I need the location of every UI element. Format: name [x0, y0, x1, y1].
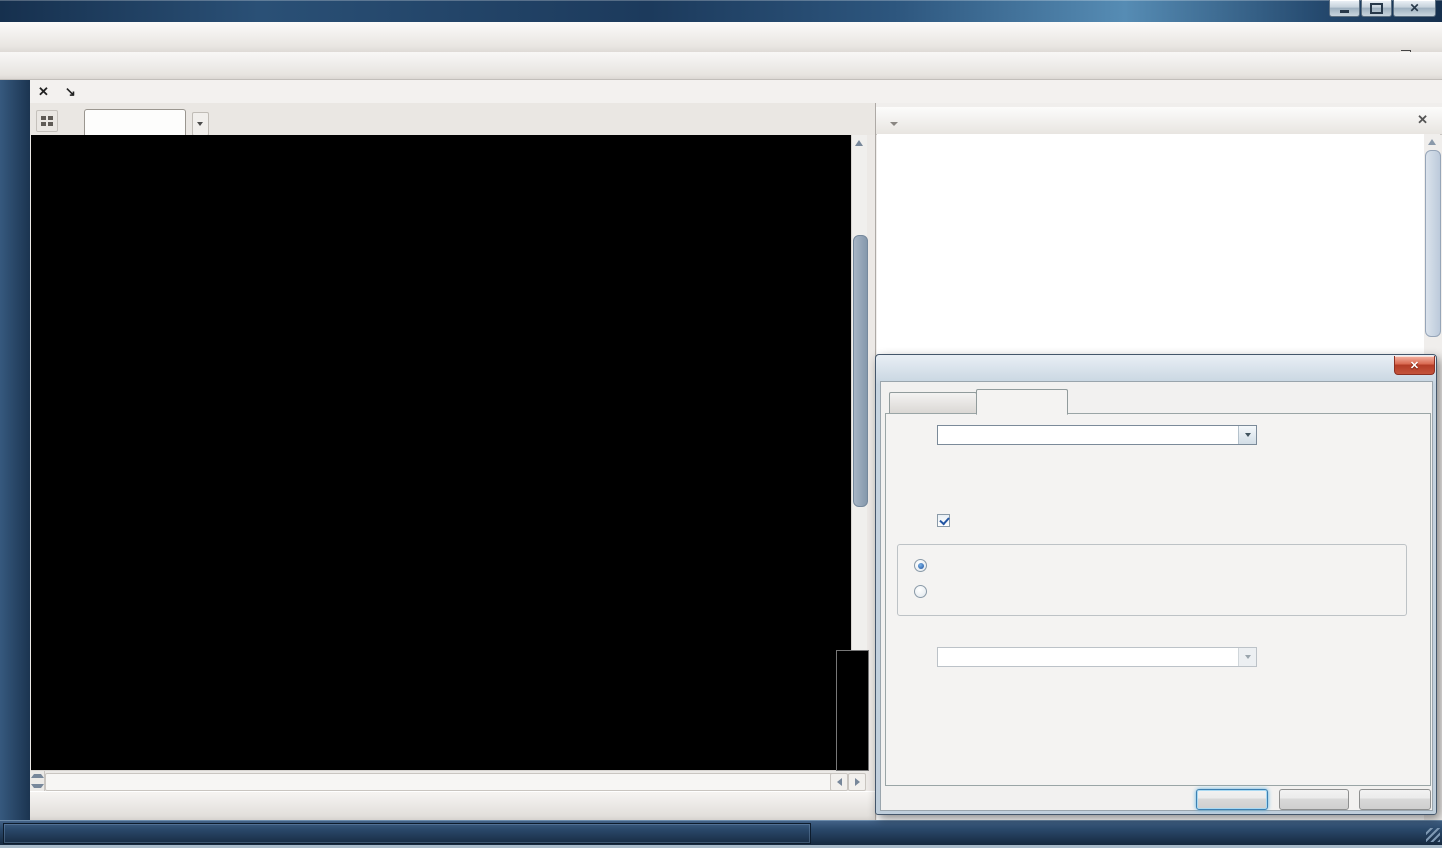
build-toolbar [30, 791, 875, 820]
datasheet-header[interactable]: ✕ [876, 107, 1442, 135]
dialog-body [880, 381, 1433, 811]
chevron-down-icon [197, 122, 203, 126]
how-to-fill-groupbox [897, 544, 1407, 616]
app-icon [6, 3, 22, 19]
close-icon: ✕ [1409, 1, 1420, 15]
packing-dialog: ✕ [875, 354, 1437, 815]
dialog-close-button[interactable]: ✕ [1394, 356, 1435, 375]
goto-structure-icon[interactable]: ↘ [65, 84, 76, 100]
scroll-up-icon[interactable] [1428, 139, 1436, 145]
create-cell-edges-checkbox[interactable] [937, 514, 950, 527]
grid-icon [41, 116, 53, 126]
datasheet-scroll-thumb[interactable] [1425, 150, 1441, 337]
fill-slab-radio[interactable] [914, 585, 927, 598]
resize-grip[interactable] [1426, 828, 1440, 842]
tab-choose-atoms[interactable] [889, 392, 977, 414]
close-icon: ✕ [1409, 359, 1420, 372]
scroll-left-icon [836, 778, 842, 786]
remove-structure-icon[interactable]: ✕ [38, 84, 49, 100]
viewport-hscroll-thumb[interactable] [45, 773, 833, 791]
maximize-button[interactable] [1361, 0, 1392, 17]
apply-button[interactable] [1359, 789, 1431, 810]
structure-info-bar: ✕ ↘ [30, 80, 1442, 104]
ok-button[interactable] [1196, 789, 1268, 810]
viewport-horizontal-scrollbar[interactable] [31, 770, 867, 791]
structure-viewport[interactable] [31, 135, 851, 770]
close-button[interactable]: ✕ [1393, 0, 1436, 17]
spin-down-icon[interactable] [31, 784, 44, 788]
scroll-left-button[interactable] [830, 773, 848, 791]
tab-define-range[interactable] [976, 389, 1068, 415]
datasheet-close-icon[interactable]: ✕ [1417, 112, 1428, 128]
chevron-down-icon [1244, 433, 1251, 437]
picture-list-button[interactable] [36, 110, 58, 132]
scroll-right-button[interactable] [848, 773, 866, 791]
viewport-zoom-spinner[interactable] [31, 771, 45, 791]
main-toolbar [0, 52, 1442, 80]
chevron-down-icon [890, 121, 898, 126]
maximize-icon [1370, 2, 1383, 14]
cancel-button[interactable] [1279, 789, 1349, 810]
atom-color-legend [836, 650, 869, 771]
minimize-button[interactable] [1329, 0, 1360, 17]
picture-tabstrip [30, 103, 875, 136]
tab-picture-1[interactable] [84, 109, 186, 136]
range-dropdown-button[interactable] [1238, 426, 1256, 444]
left-sidebar [0, 80, 30, 820]
new-picture-tab-button[interactable] [192, 112, 209, 136]
status-bar [0, 820, 1442, 845]
diamond-application-window: ✕ ✕ ✕ ↘ [0, 0, 1442, 848]
fill-range-radio[interactable] [914, 559, 927, 572]
chevron-down-icon [1244, 655, 1251, 659]
scroll-up-icon[interactable] [855, 140, 863, 146]
status-message-panel [3, 823, 811, 844]
minimize-icon [1340, 9, 1349, 13]
plane-combobox [937, 647, 1257, 667]
scroll-right-icon [854, 778, 860, 786]
plane-dropdown-button [1238, 648, 1256, 666]
diamond-document-icon[interactable] [8, 27, 29, 48]
menu-row: ✕ [0, 22, 1442, 64]
viewport-vscroll-thumb[interactable] [853, 235, 868, 507]
window-titlebar[interactable]: ✕ [0, 0, 1442, 22]
range-combobox[interactable] [937, 425, 1257, 445]
spin-up-icon[interactable] [31, 774, 44, 778]
